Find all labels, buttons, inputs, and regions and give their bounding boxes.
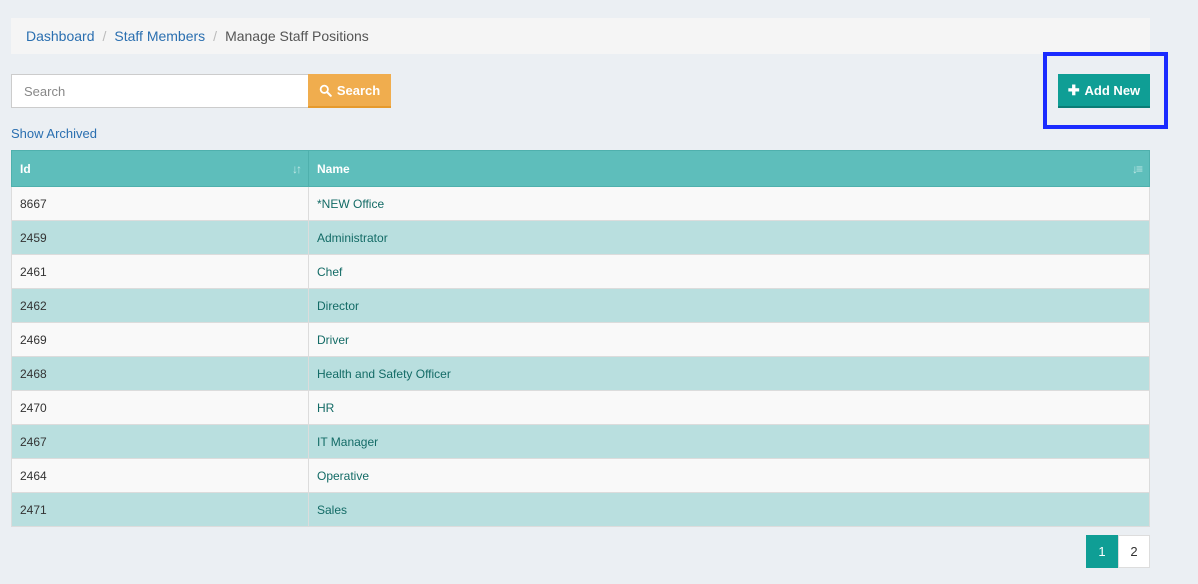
search-button-label: Search [336,82,381,98]
table-row[interactable]: 2470 HR [11,390,1150,425]
breadcrumb-dashboard[interactable]: Dashboard [26,28,95,44]
plus-icon: ✚ [1067,81,1080,98]
cell-name[interactable]: *NEW Office [308,186,1150,221]
column-header-id[interactable]: Id ↓↑ [11,150,309,187]
breadcrumb: Dashboard / Staff Members / Manage Staff… [11,18,1150,54]
cell-id: 2464 [11,458,309,493]
cell-name[interactable]: Chef [308,254,1150,289]
pagination: 1 2 [1086,535,1150,568]
breadcrumb-separator: / [102,28,107,44]
page-2-button[interactable]: 2 [1118,535,1150,568]
cell-name[interactable]: IT Manager [308,424,1150,459]
page-1-button[interactable]: 1 [1086,535,1118,568]
breadcrumb-staff-members[interactable]: Staff Members [114,28,205,44]
cell-name[interactable]: Operative [308,458,1150,493]
cell-id: 2462 [11,288,309,323]
cell-name[interactable]: Sales [308,492,1150,527]
cell-id: 2468 [11,356,309,391]
cell-name[interactable]: HR [308,390,1150,425]
cell-name[interactable]: Director [308,288,1150,323]
table-row[interactable]: 2464 Operative [11,458,1150,493]
column-header-label: Name [317,161,350,176]
search-input[interactable] [11,74,308,108]
table-row[interactable]: 2467 IT Manager [11,424,1150,459]
sort-icon: ↓≡ [1131,161,1143,176]
cell-id: 8667 [11,186,309,221]
column-header-label: Id [20,161,31,176]
table-row[interactable]: 8667 *NEW Office [11,186,1150,221]
table-row[interactable]: 2461 Chef [11,254,1150,289]
add-new-button[interactable]: ✚ Add New [1058,74,1150,108]
breadcrumb-separator: / [213,28,218,44]
table-row[interactable]: 2459 Administrator [11,220,1150,255]
show-archived-link[interactable]: Show Archived [11,126,97,141]
sort-icon: ↓↑ [292,161,302,176]
add-new-label: Add New [1084,82,1141,98]
cell-name[interactable]: Driver [308,322,1150,357]
table-row[interactable]: 2469 Driver [11,322,1150,357]
column-header-name[interactable]: Name ↓≡ [308,150,1150,187]
cell-id: 2471 [11,492,309,527]
search-button[interactable]: Search [308,74,391,108]
cell-name[interactable]: Administrator [308,220,1150,255]
cell-id: 2467 [11,424,309,459]
cell-name[interactable]: Health and Safety Officer [308,356,1150,391]
cell-id: 2470 [11,390,309,425]
cell-id: 2461 [11,254,309,289]
table-row[interactable]: 2462 Director [11,288,1150,323]
table-body: 8667 *NEW Office 2459 Administrator 2461 Chef… [11,186,1150,527]
staff-positions-table: Id ↓↑ Name ↓≡ 8667 *NEW Office 2459 Adminis… [11,150,1150,527]
breadcrumb-current: Manage Staff Positions [225,28,369,44]
cell-id: 2459 [11,220,309,255]
table-row[interactable]: 2468 Health and Safety Officer [11,356,1150,391]
cell-id: 2469 [11,322,309,357]
table-row[interactable]: 2471 Sales [11,492,1150,527]
search-icon [319,84,332,97]
search-group: Search [11,74,391,108]
